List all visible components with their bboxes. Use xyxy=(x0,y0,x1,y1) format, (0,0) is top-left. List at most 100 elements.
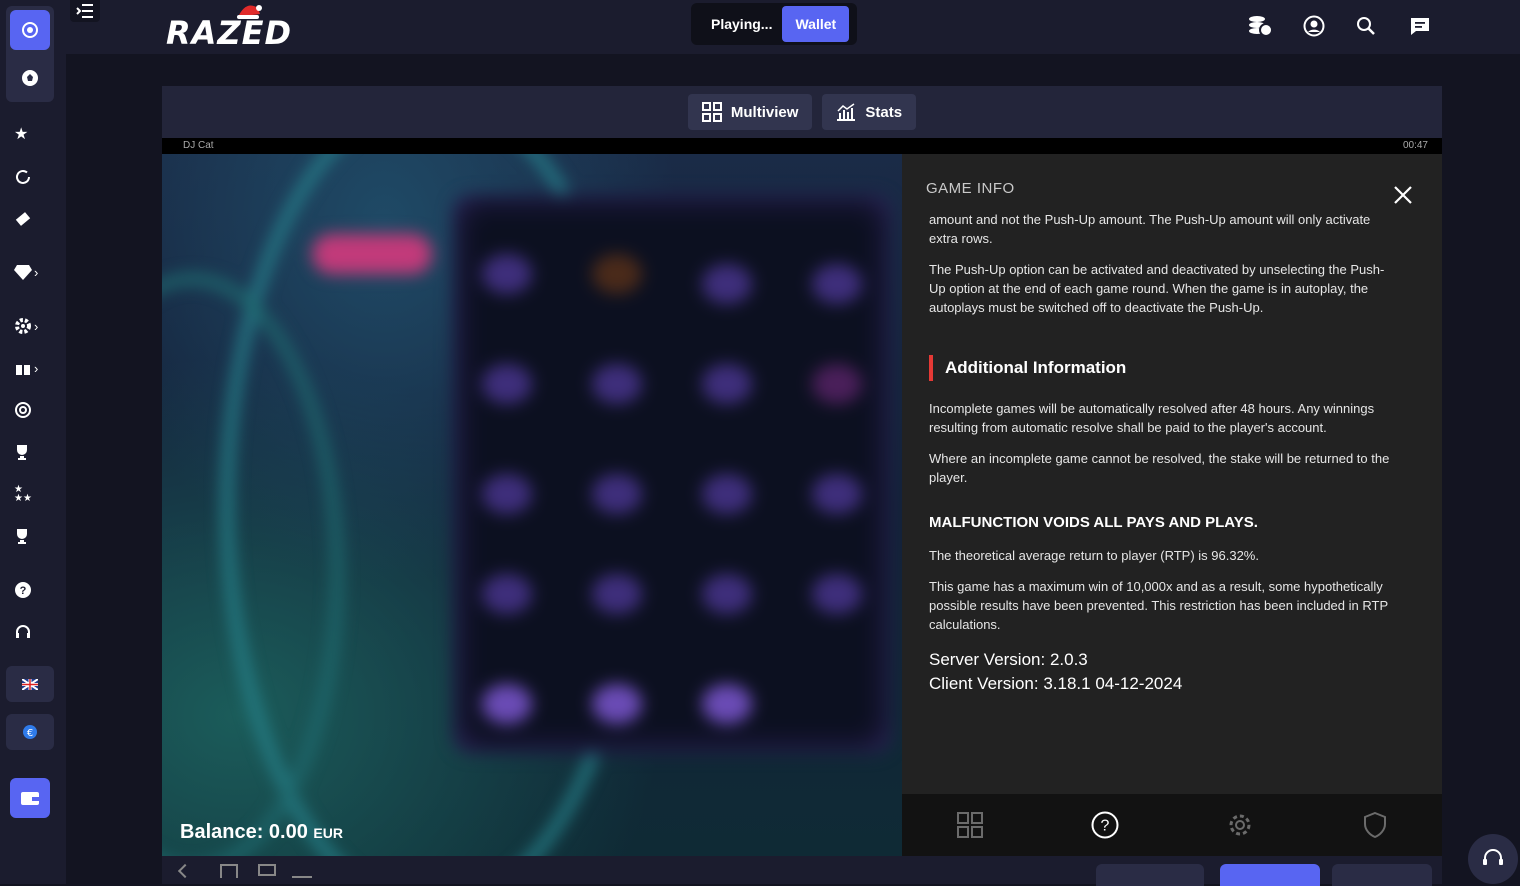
favorites-star-icon[interactable]: ★ xyxy=(14,120,54,148)
game-canvas[interactable]: Balance: 0.00 EUR xyxy=(162,154,902,856)
help-icon[interactable]: ? xyxy=(1090,810,1120,840)
casino-icon[interactable] xyxy=(10,10,50,50)
slot-symbol xyxy=(812,264,862,304)
wallet-icon[interactable] xyxy=(10,778,50,818)
trophy-icon[interactable] xyxy=(14,438,54,466)
support-headset-icon[interactable] xyxy=(14,618,54,646)
slot-symbol xyxy=(702,574,752,614)
info-paragraph: amount and not the Push-Up amount. The P… xyxy=(929,212,1371,246)
theater-mode-icon[interactable] xyxy=(258,864,276,876)
info-paragraph: The Push-Up option can be activated and … xyxy=(929,262,1385,315)
chevron-right-icon: › xyxy=(34,360,39,376)
slot-symbol xyxy=(812,364,862,404)
slot-symbol xyxy=(812,574,862,614)
slot-symbol xyxy=(482,364,532,404)
game-info-footer: ? xyxy=(902,794,1442,856)
slot-symbol xyxy=(702,474,752,514)
grid-icon xyxy=(701,102,722,122)
mode-switch: Playing... Wallet xyxy=(691,3,857,45)
slot-symbol xyxy=(592,364,642,404)
tab-label: Multiview xyxy=(730,103,799,121)
chevron-right-icon: › xyxy=(34,318,39,334)
left-sidebar: ★ › › › ★ ★★ ? € xyxy=(0,0,66,884)
game-bottom-controls xyxy=(162,856,1442,886)
menu-collapse-icon[interactable] xyxy=(70,0,100,22)
currency-euro-icon[interactable]: € xyxy=(6,714,54,750)
fun-mode-button[interactable] xyxy=(1332,864,1432,886)
sports-ball-icon[interactable] xyxy=(10,58,50,98)
game-tabs: Multiview Stats xyxy=(162,86,1442,138)
back-arrow-icon[interactable] xyxy=(177,863,193,879)
svg-text:€: € xyxy=(27,728,33,739)
rtp-text: The theoretical average return to player… xyxy=(929,548,1259,563)
slot-symbol xyxy=(592,474,642,514)
slot-symbol xyxy=(482,574,532,614)
ticket-icon[interactable] xyxy=(14,205,54,233)
chart-icon xyxy=(837,103,856,121)
wallet-button[interactable]: Wallet xyxy=(782,6,850,42)
gift-icon[interactable]: › xyxy=(14,354,54,382)
info-paragraph: Where an incomplete game cannot be resol… xyxy=(929,451,1390,485)
games-grid-icon[interactable] xyxy=(955,810,985,840)
santa-hat-icon xyxy=(237,5,262,19)
razed-logo[interactable]: RAZED xyxy=(166,14,292,52)
game-title-strip: DJ Cat 00:47 xyxy=(162,138,1442,154)
max-win-text: This game has a maximum win of 10,000x a… xyxy=(929,579,1388,632)
additional-info-heading: Additional Information xyxy=(929,355,1399,381)
svg-text:?: ? xyxy=(20,585,27,597)
slot-symbol xyxy=(592,684,642,724)
live-support-icon[interactable] xyxy=(1468,834,1518,884)
balance-amount: Balance: 0.00 xyxy=(180,821,308,843)
shield-icon[interactable] xyxy=(1360,810,1390,840)
slot-symbol xyxy=(592,254,642,294)
settings-gear-icon[interactable] xyxy=(1225,810,1255,840)
slot-symbol xyxy=(482,474,532,514)
vip-diamond-icon[interactable]: › xyxy=(14,258,54,286)
leaderboard-trophy-icon[interactable] xyxy=(14,522,54,550)
neon-sign xyxy=(312,234,432,274)
currency-selector[interactable] xyxy=(1096,864,1204,886)
balance-currency: EUR xyxy=(313,825,343,841)
tab-multiview[interactable]: Multiview xyxy=(687,94,813,130)
slot-symbol xyxy=(482,254,532,294)
fullscreen-icon[interactable] xyxy=(220,864,238,878)
tab-label: Stats xyxy=(865,103,903,121)
tab-stats[interactable]: Stats xyxy=(822,94,917,130)
target-icon[interactable] xyxy=(14,396,54,424)
svg-text:?: ? xyxy=(1100,818,1109,835)
slot-symbol xyxy=(592,574,642,614)
client-version: Client Version: 3.18.1 04-12-2024 xyxy=(929,674,1183,693)
close-icon[interactable] xyxy=(1392,184,1414,206)
balance-display: Balance: 0.00 EUR xyxy=(180,821,343,844)
game-name: DJ Cat xyxy=(183,140,214,151)
game-container: Multiview Stats DJ Cat 00:47 Balance: 0.… xyxy=(162,86,1442,886)
game-info-panel: GAME INFO amount and not the Push-Up amo… xyxy=(902,154,1442,794)
game-info-title: GAME INFO xyxy=(926,180,1015,197)
stars-icon[interactable]: ★ ★★ xyxy=(14,480,54,508)
language-flag-uk-icon[interactable] xyxy=(6,666,54,702)
slot-symbol xyxy=(702,684,752,724)
sidebar-top-group xyxy=(6,6,54,102)
chat-icon[interactable] xyxy=(1406,12,1434,40)
info-paragraph: Incomplete games will be automatically r… xyxy=(929,401,1375,435)
recent-refresh-icon[interactable] xyxy=(14,163,54,191)
settings-gear-icon[interactable]: › xyxy=(14,312,54,340)
top-bar: RAZED Playing... Wallet xyxy=(66,0,1520,54)
blurred-game-background xyxy=(162,154,902,856)
malfunction-notice: MALFUNCTION VOIDS ALL PAYS AND PLAYS. xyxy=(929,514,1258,531)
server-version: Server Version: 2.0.3 xyxy=(929,650,1088,669)
slot-symbol xyxy=(702,364,752,404)
session-timer: 00:47 xyxy=(1402,140,1428,151)
slot-symbol xyxy=(812,474,862,514)
help-question-icon[interactable]: ? xyxy=(14,576,54,604)
profile-icon[interactable] xyxy=(1300,12,1328,40)
playing-toggle[interactable]: Playing... xyxy=(695,16,782,32)
game-info-content[interactable]: amount and not the Push-Up amount. The P… xyxy=(929,210,1399,696)
chevron-right-icon: › xyxy=(34,264,39,280)
reel-area xyxy=(452,194,892,754)
coins-icon[interactable] xyxy=(1246,12,1274,40)
search-icon[interactable] xyxy=(1352,12,1380,40)
slot-symbol xyxy=(482,684,532,724)
real-mode-button[interactable] xyxy=(1220,864,1320,886)
stats-bars-icon[interactable] xyxy=(292,864,312,878)
